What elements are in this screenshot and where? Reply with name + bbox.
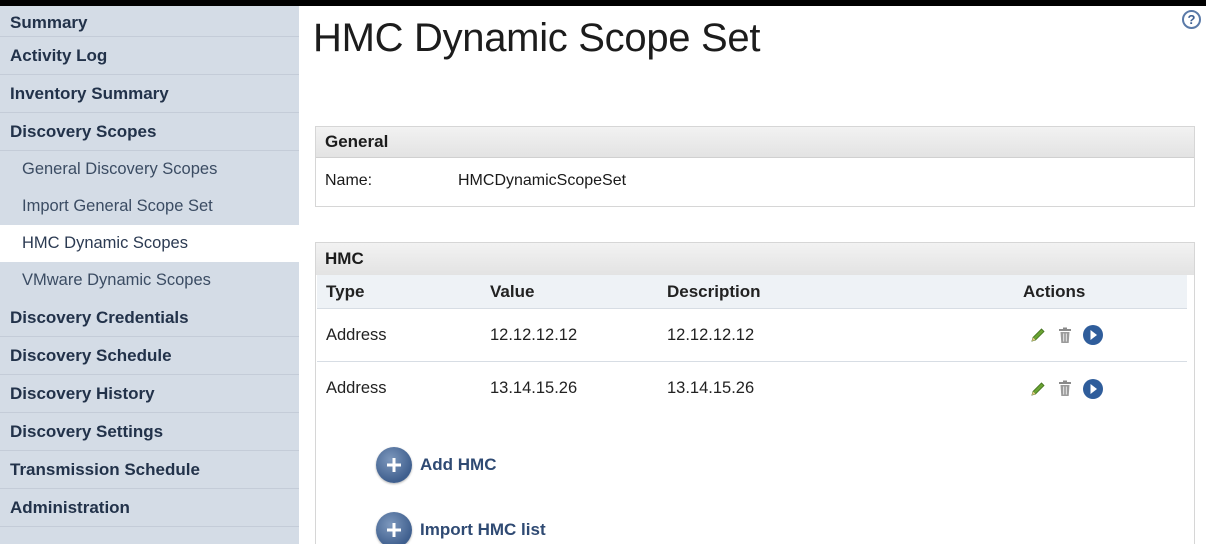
table-row: Address 13.14.15.26 13.14.15.26 bbox=[317, 362, 1187, 415]
sidebar-item-discovery-history[interactable]: Discovery History bbox=[0, 375, 299, 413]
trash-icon[interactable] bbox=[1057, 326, 1073, 344]
main-content: ? HMC Dynamic Scope Set General Name: HM… bbox=[313, 6, 1206, 544]
hmc-panel: HMC Type Value Description Actions Addre… bbox=[315, 242, 1195, 544]
name-row: Name: HMCDynamicScopeSet bbox=[316, 158, 1194, 204]
table-row: Address 12.12.12.12 12.12.12.12 bbox=[317, 309, 1187, 362]
sidebar-item-transmission-schedule[interactable]: Transmission Schedule bbox=[0, 451, 299, 489]
cell-type: Address bbox=[326, 325, 387, 344]
general-panel: General Name: HMCDynamicScopeSet bbox=[315, 126, 1195, 207]
column-header-actions: Actions bbox=[1023, 281, 1086, 301]
hmc-panel-header: HMC bbox=[316, 243, 1194, 275]
import-hmc-list-label: Import HMC list bbox=[420, 520, 546, 539]
general-panel-header: General bbox=[316, 127, 1194, 158]
arrow-circle-right-icon[interactable] bbox=[1082, 378, 1104, 400]
sidebar-item-administration[interactable]: Administration bbox=[0, 489, 299, 527]
add-hmc-button[interactable]: Add HMC bbox=[376, 447, 496, 483]
trash-icon[interactable] bbox=[1057, 380, 1073, 398]
import-hmc-list-button[interactable]: Import HMC list bbox=[376, 512, 546, 544]
cell-description: 13.14.15.26 bbox=[667, 379, 755, 397]
cell-actions bbox=[1013, 378, 1187, 400]
sidebar-item-discovery-credentials[interactable]: Discovery Credentials bbox=[0, 299, 299, 337]
sidebar-subitem-hmc-dynamic-scopes[interactable]: HMC Dynamic Scopes bbox=[0, 225, 299, 262]
sidebar-item-activity-log[interactable]: Activity Log bbox=[0, 37, 299, 75]
cell-actions bbox=[1013, 324, 1187, 346]
pencil-icon[interactable] bbox=[1029, 326, 1047, 344]
column-header-description: Description bbox=[667, 281, 761, 301]
plus-icon bbox=[376, 447, 412, 483]
help-icon[interactable]: ? bbox=[1182, 10, 1201, 29]
cell-value: 12.12.12.12 bbox=[490, 325, 578, 344]
question-glyph: ? bbox=[1187, 12, 1196, 27]
sidebar-item-summary[interactable]: Summary bbox=[0, 6, 299, 37]
column-header-type: Type bbox=[326, 281, 365, 301]
cell-description: 12.12.12.12 bbox=[667, 325, 755, 344]
table-header-row: Type Value Description Actions bbox=[317, 275, 1187, 309]
page-title: HMC Dynamic Scope Set bbox=[313, 16, 761, 60]
add-hmc-label: Add HMC bbox=[420, 455, 497, 474]
cell-type: Address bbox=[326, 379, 387, 397]
column-header-value: Value bbox=[490, 281, 535, 301]
cell-value: 13.14.15.26 bbox=[490, 379, 578, 397]
name-value: HMCDynamicScopeSet bbox=[458, 172, 627, 189]
sidebar-subitem-general-discovery-scopes[interactable]: General Discovery Scopes bbox=[0, 151, 299, 188]
sidebar-item-discovery-settings[interactable]: Discovery Settings bbox=[0, 413, 299, 451]
sidebar-subitem-import-general-scope-set[interactable]: Import General Scope Set bbox=[0, 188, 299, 225]
sidebar-subitem-vmware-dynamic-scopes[interactable]: VMware Dynamic Scopes bbox=[0, 262, 299, 299]
pencil-icon[interactable] bbox=[1029, 380, 1047, 398]
arrow-circle-right-icon[interactable] bbox=[1082, 324, 1104, 346]
hmc-table: Type Value Description Actions Address 1… bbox=[317, 275, 1187, 415]
sidebar-nav: Summary Activity Log Inventory Summary D… bbox=[0, 6, 299, 544]
sidebar-item-discovery-scopes[interactable]: Discovery Scopes bbox=[0, 113, 299, 151]
sidebar-item-inventory-summary[interactable]: Inventory Summary bbox=[0, 75, 299, 113]
name-label: Name: bbox=[325, 172, 373, 189]
plus-icon bbox=[376, 512, 412, 544]
sidebar-item-discovery-schedule[interactable]: Discovery Schedule bbox=[0, 337, 299, 375]
